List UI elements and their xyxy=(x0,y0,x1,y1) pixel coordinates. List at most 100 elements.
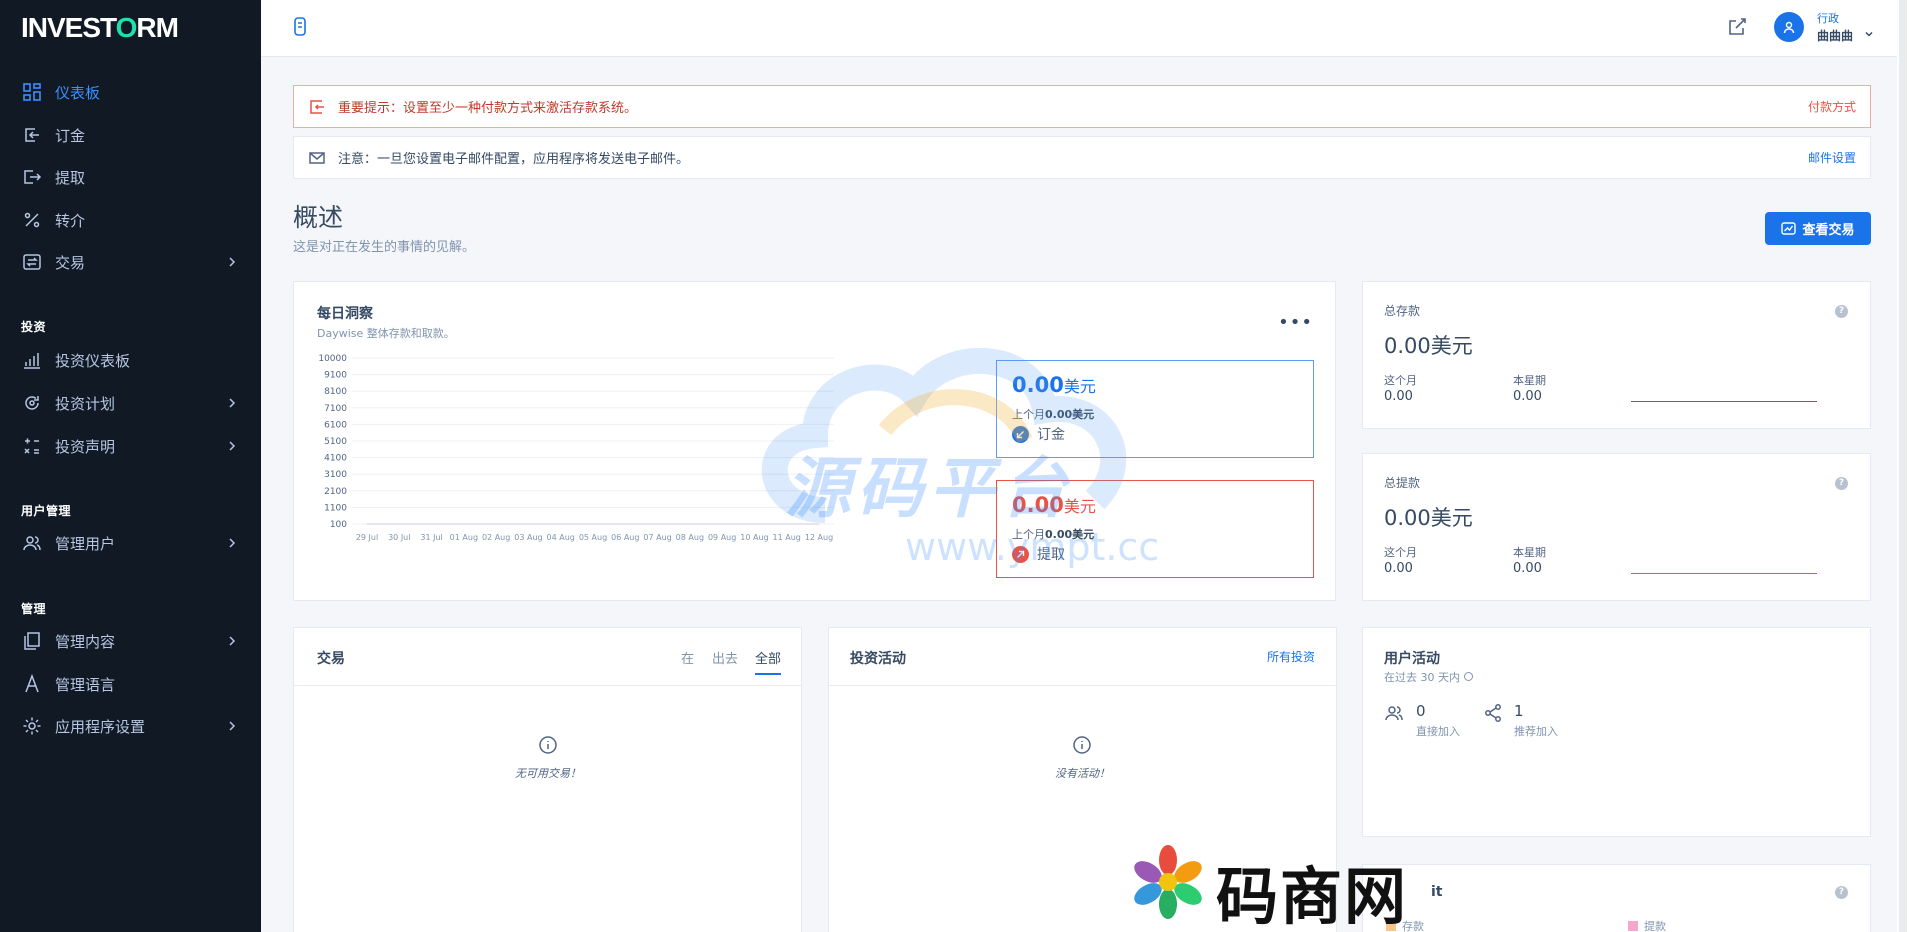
chevron-right-icon xyxy=(229,441,236,451)
deposit-kind: 订金 xyxy=(1012,424,1065,444)
deposit-value: 0.00美元 xyxy=(1012,373,1096,397)
x-tick-label: 01 Aug xyxy=(450,533,478,542)
sidebar-item-label: 应用程序设置 xyxy=(55,717,146,736)
more-options-icon[interactable]: ••• xyxy=(1278,312,1313,333)
chevron-right-icon xyxy=(229,721,236,731)
page-scrollbar[interactable] xyxy=(1897,0,1909,932)
sidebar-item-withdraw[interactable]: 提取 xyxy=(0,157,261,197)
sidebar-item-manage-users[interactable]: 管理用户 xyxy=(0,523,261,563)
withdraw-week-label: 本星期 xyxy=(1513,546,1546,559)
daily-line-chart: 10000 9100 8100 7100 6100 5100 4100 3100 2100 110… xyxy=(318,354,834,542)
deposit-sparkline xyxy=(1631,401,1817,402)
legend-swatch xyxy=(1628,921,1638,931)
y-tick-label: 3100 xyxy=(324,470,347,480)
transactions-title: 交易 xyxy=(317,651,345,667)
y-tick-label: 10000 xyxy=(318,354,347,364)
chevron-right-icon xyxy=(229,538,236,548)
dashboard-icon xyxy=(21,81,43,103)
transactions-empty-text: 无可用交易！ xyxy=(515,767,581,780)
sidebar-item-invest-plans[interactable]: 投资计划 xyxy=(0,383,261,423)
sidebar-item-label: 转介 xyxy=(55,211,86,230)
tab-in[interactable]: 在 xyxy=(681,648,694,667)
x-tick-label: 11 Aug xyxy=(773,533,801,542)
legend-deposit: 存款 xyxy=(1386,918,1424,932)
investing-title: 投资活动 xyxy=(850,651,906,667)
withdraw-sparkline xyxy=(1631,573,1817,574)
x-tick-label: 30 Jul xyxy=(388,533,410,542)
y-tick-label: 9100 xyxy=(324,371,347,381)
y-tick-label: 7100 xyxy=(324,404,347,414)
withdraw-unit: 美元 xyxy=(1063,497,1096,516)
sidebar-item-deposit[interactable]: 订金 xyxy=(0,115,261,155)
transactions-card: 交易 在 出去 全部 无可用交易！ xyxy=(293,627,802,932)
view-transactions-button[interactable]: 查看交易 xyxy=(1765,212,1871,245)
sidebar-item-invest-statement[interactable]: 投资声明 xyxy=(0,426,261,466)
x-tick-label: 08 Aug xyxy=(676,533,704,542)
withdraw-week-value: 0.00 xyxy=(1513,561,1542,576)
divider xyxy=(829,685,1336,686)
user-icon xyxy=(1783,21,1795,34)
deposit-prev-value: 0.00美元 xyxy=(1045,408,1095,421)
y-tick-label: 6100 xyxy=(324,420,347,430)
x-tick-label: 29 Jul xyxy=(356,533,378,542)
investing-empty-text: 没有活动！ xyxy=(1055,767,1110,780)
logo[interactable]: INVESTORM xyxy=(21,12,179,44)
chart-icon xyxy=(1781,222,1797,235)
withdraw-icon xyxy=(21,166,43,188)
sidebar-item-dashboard[interactable]: 仪表板 xyxy=(0,72,261,112)
x-tick-label: 09 Aug xyxy=(708,533,736,542)
help-icon[interactable]: ? xyxy=(1835,886,1848,899)
scrollbar-thumb[interactable] xyxy=(1899,0,1907,932)
top-header: 行政 曲曲曲 xyxy=(261,0,1909,57)
users-icon xyxy=(1385,706,1403,721)
sidebar-item-app-settings[interactable]: 应用程序设置 xyxy=(0,706,261,746)
all-investments-link[interactable]: 所有投资 xyxy=(1267,648,1315,665)
email-alert: 注意：一旦您设置电子邮件配置，应用程序将发送电子邮件。 邮件设置 xyxy=(293,136,1871,179)
withdraw-prev-label: 上个月 xyxy=(1012,528,1045,541)
withdraw-stat-box: 0.00美元 上个月0.00美元 提取 xyxy=(996,480,1314,578)
plan-icon xyxy=(21,392,43,414)
legend-withdraw-label: 提款 xyxy=(1644,920,1666,932)
mail-icon xyxy=(309,151,325,164)
legend-withdraw: 提款 xyxy=(1628,918,1666,932)
withdraw-month-label: 这个月 xyxy=(1384,546,1417,559)
user-name[interactable]: 曲曲曲 xyxy=(1817,27,1853,44)
section-heading-users: 用户管理 xyxy=(21,504,72,518)
sidebar-item-transactions[interactable]: 交易 xyxy=(0,242,261,282)
sidebar-item-referral[interactable]: 转介 xyxy=(0,200,261,240)
logo-text-pre: INVEST xyxy=(21,12,117,43)
sidebar-item-manage-language[interactable]: 管理语言 xyxy=(0,664,261,704)
sidebar-item-label: 投资声明 xyxy=(55,437,116,456)
referral-join-count: 1 xyxy=(1514,702,1524,720)
sidebar-item-label: 订金 xyxy=(55,126,86,145)
user-activity-subtitle: 在过去 30 天内 xyxy=(1384,669,1473,685)
email-settings-link[interactable]: 邮件设置 xyxy=(1808,149,1856,166)
help-icon[interactable]: ? xyxy=(1835,305,1848,318)
x-tick-label: 06 Aug xyxy=(611,533,639,542)
content-icon xyxy=(21,630,43,652)
user-role: 行政 xyxy=(1817,12,1839,25)
sidebar-item-manage-content[interactable]: 管理内容 xyxy=(0,621,261,661)
total-deposit-label: 总存款 xyxy=(1384,304,1421,318)
avatar[interactable] xyxy=(1774,12,1804,42)
mobile-menu-icon[interactable] xyxy=(290,16,310,38)
percent-icon xyxy=(21,209,43,231)
sidebar-item-label: 管理语言 xyxy=(55,675,116,694)
summary-card-title: it xyxy=(1431,884,1443,900)
payment-methods-link[interactable]: 付款方式 xyxy=(1808,98,1856,115)
calc-icon xyxy=(21,435,43,457)
x-tick-label: 12 Aug xyxy=(805,533,833,542)
deposit-month-label: 这个月 xyxy=(1384,374,1417,387)
external-link-icon[interactable] xyxy=(1726,16,1748,38)
transfer-icon xyxy=(21,251,43,273)
y-tick-label: 100 xyxy=(330,520,347,530)
sidebar-item-invest-dashboard[interactable]: 投资仪表板 xyxy=(0,340,261,380)
chevron-right-icon xyxy=(229,257,236,267)
deposit-prev-label: 上个月 xyxy=(1012,408,1045,421)
help-icon[interactable]: ? xyxy=(1835,477,1848,490)
chevron-down-icon[interactable] xyxy=(1863,28,1875,40)
bar-chart-icon xyxy=(21,349,43,371)
y-tick-label: 5100 xyxy=(324,437,347,447)
tab-out[interactable]: 出去 xyxy=(712,648,738,667)
tab-all[interactable]: 全部 xyxy=(755,648,782,675)
